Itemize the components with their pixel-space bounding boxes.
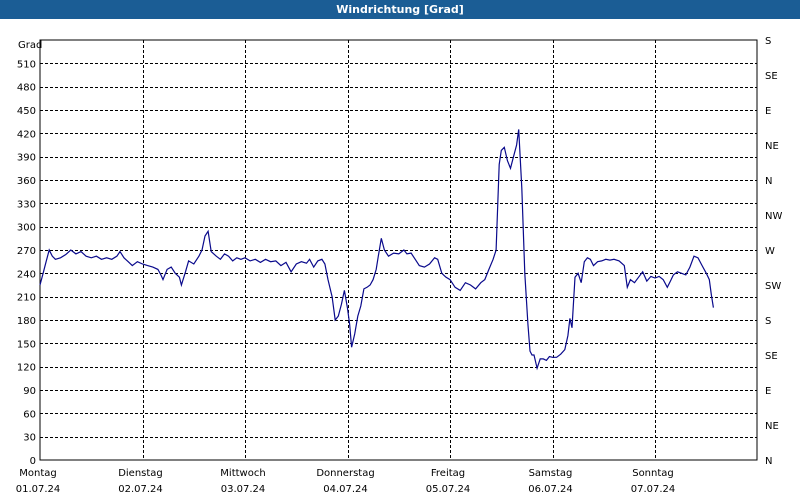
y-tick-label: 510	[17, 59, 36, 70]
x-tick-date: 01.07.24	[16, 484, 61, 495]
y-tick-label: 420	[17, 129, 36, 140]
x-tick-day: Dienstag	[118, 468, 163, 479]
y-tick-label: 0	[30, 456, 36, 467]
y-tick-label-compass: NE	[765, 421, 779, 432]
y-tick-label: 390	[17, 153, 36, 164]
y-tick-label-compass: NW	[765, 211, 782, 222]
y-tick-label: 30	[23, 433, 36, 444]
y-tick-label: 210	[17, 293, 36, 304]
y-tick-label-compass: S	[765, 316, 771, 327]
y-tick-label-compass: SE	[765, 71, 778, 82]
y-tick-label: 60	[23, 409, 36, 420]
y-tick-label-compass: W	[765, 246, 775, 257]
x-tick-date: 02.07.24	[118, 484, 163, 495]
y-tick-label: 180	[17, 316, 36, 327]
y-tick-label: 120	[17, 363, 36, 374]
x-tick-date: 06.07.24	[528, 484, 573, 495]
x-tick-date: 04.07.24	[323, 484, 368, 495]
x-tick-day: Mittwoch	[220, 468, 265, 479]
y-tick-label-compass: E	[765, 106, 771, 117]
x-tick-date: 05.07.24	[426, 484, 471, 495]
x-tick-date: 07.07.24	[631, 484, 676, 495]
x-tick-day: Donnerstag	[316, 468, 374, 479]
y-axis-left: 0 30 60 90 120 150 180 210 240 270 300 330 360 390 420…	[17, 59, 36, 467]
x-tick-day: Samstag	[529, 468, 573, 479]
x-tick-day: Montag	[19, 468, 56, 479]
y-tick-label: 150	[17, 339, 36, 350]
grid	[40, 40, 757, 460]
y-tick-label: 300	[17, 223, 36, 234]
y-tick-label-compass: E	[765, 386, 771, 397]
y-tick-label-compass: S	[765, 36, 771, 47]
y-tick-label-compass: N	[765, 176, 772, 187]
x-tick-day: Sonntag	[632, 468, 674, 479]
y-tick-label: 90	[23, 386, 36, 397]
y-tick-label: 330	[17, 199, 36, 210]
y-tick-label: 270	[17, 246, 36, 257]
x-tick-day: Freitag	[431, 468, 465, 479]
y-tick-label: 480	[17, 83, 36, 94]
y-axis-label: Grad	[18, 40, 42, 51]
y-tick-label-compass: N	[765, 456, 772, 467]
x-axis: Montag 01.07.24 Dienstag 02.07.24 Mittwoch 03…	[16, 468, 676, 495]
y-tick-label-compass: NE	[765, 141, 779, 152]
y-tick-label: 240	[17, 269, 36, 280]
y-tick-label-compass: SW	[765, 281, 781, 292]
wind-direction-chart: Grad 0 30 60 90 120 150 180 210 240 270 300 330 360 3…	[16, 36, 783, 495]
y-tick-label-compass: SE	[765, 351, 778, 362]
y-tick-label: 360	[17, 176, 36, 187]
wind-direction-line	[39, 129, 714, 371]
x-tick-date: 03.07.24	[221, 484, 266, 495]
y-tick-label: 450	[17, 106, 36, 117]
y-axis-right: N NE E SE S SW W NW N NE E SE S	[765, 36, 782, 467]
